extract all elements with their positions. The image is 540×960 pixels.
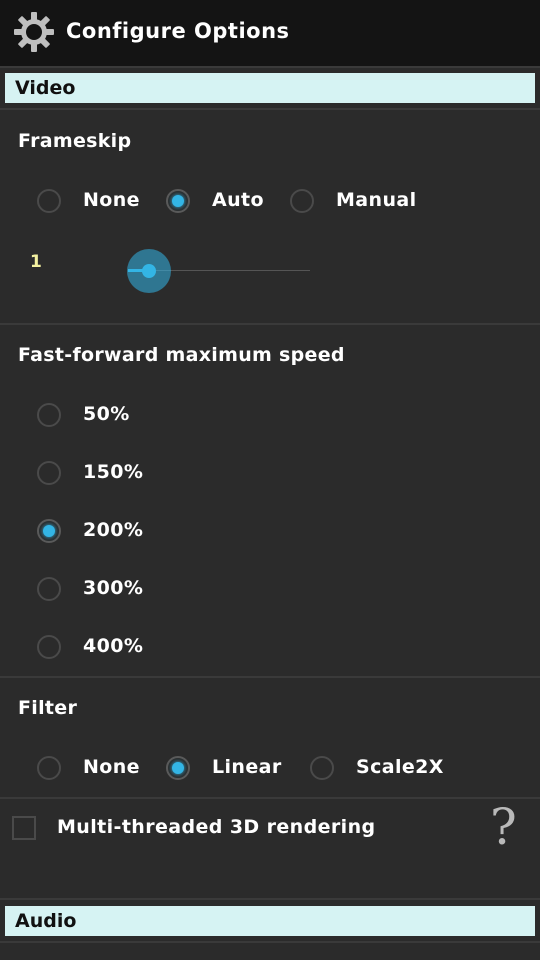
divider [0,797,540,799]
section-header-video: Video [5,73,535,103]
gear-icon[interactable] [12,10,56,54]
help-icon[interactable]: ? [490,800,517,854]
divider [0,108,540,110]
page-title: Configure Options [66,19,290,43]
divider [0,676,540,678]
fastforward-200-label[interactable]: 200% [83,519,143,541]
frameskip-auto-radio[interactable] [166,189,190,213]
filter-scale2x-label[interactable]: Scale2X [356,756,444,778]
divider [0,323,540,325]
frameskip-none-radio[interactable] [37,189,61,213]
frameskip-auto-label[interactable]: Auto [212,189,264,211]
divider [0,898,540,900]
filter-linear-radio[interactable] [166,756,190,780]
fastforward-400-radio[interactable] [37,635,61,659]
fastforward-300-label[interactable]: 300% [83,577,143,599]
multithreaded-label[interactable]: Multi-threaded 3D rendering [57,816,376,838]
frameskip-manual-label[interactable]: Manual [336,189,417,211]
frameskip-slider-value: 1 [30,252,42,272]
action-bar: Configure Options [0,0,540,68]
section-header-audio: Audio [5,906,535,936]
fastforward-300-radio[interactable] [37,577,61,601]
fastforward-title: Fast-forward maximum speed [18,344,345,366]
divider [0,941,540,943]
frameskip-manual-radio[interactable] [290,189,314,213]
fastforward-150-label[interactable]: 150% [83,461,143,483]
frameskip-none-label[interactable]: None [83,189,140,211]
filter-none-radio[interactable] [37,756,61,780]
filter-scale2x-radio[interactable] [310,756,334,780]
frameskip-slider-thumb[interactable] [127,249,171,293]
fastforward-50-radio[interactable] [37,403,61,427]
filter-linear-label[interactable]: Linear [212,756,282,778]
filter-none-label[interactable]: None [83,756,140,778]
filter-title: Filter [18,697,78,719]
fastforward-200-radio[interactable] [37,519,61,543]
fastforward-50-label[interactable]: 50% [83,403,130,425]
fastforward-400-label[interactable]: 400% [83,635,143,657]
fastforward-150-radio[interactable] [37,461,61,485]
frameskip-title: Frameskip [18,130,132,152]
multithreaded-checkbox[interactable] [12,816,36,840]
